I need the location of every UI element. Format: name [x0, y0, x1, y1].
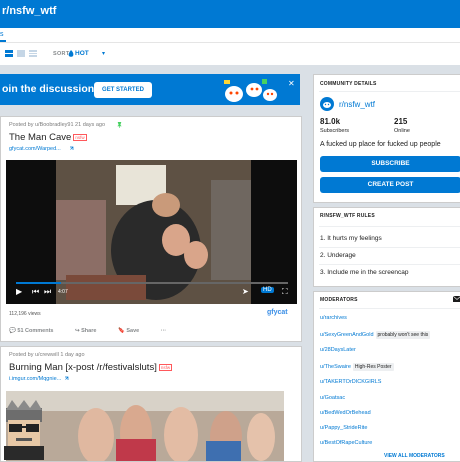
nsfw-badge: nsfw [73, 133, 87, 141]
card-view-icon[interactable] [5, 50, 13, 57]
divider [319, 226, 460, 227]
post-card[interactable]: Posted by u/Boobradley91 21 days ago The… [0, 116, 302, 342]
moderator-item[interactable]: u/Goatsac [320, 395, 345, 401]
skip-forward-icon[interactable]: ⏭ [44, 287, 51, 297]
rule-item[interactable]: 2. Underage [320, 252, 356, 259]
moderator-name[interactable]: u/rarchives [320, 315, 347, 321]
video-time: 4:07 [58, 289, 68, 295]
tab-posts[interactable]: s [0, 31, 4, 38]
moderator-item[interactable]: u/TAKERTOrDICKGIRLS [320, 379, 381, 385]
save-label: Save [126, 328, 140, 334]
play-icon[interactable]: ▶ [16, 287, 22, 296]
community-description: A fucked up place for fucked up people [320, 141, 441, 148]
nsfw-badge: nsfw [158, 363, 173, 371]
moderator-name[interactable]: u/BestOfRapeCulture [320, 440, 372, 446]
moderator-item[interactable]: u/TheSwaire High-Res Poster [320, 363, 394, 371]
subreddit-header: r/nsfw_wtf [0, 0, 460, 28]
moderator-name[interactable]: u/BedWedOrBehead [320, 410, 371, 416]
post-title-row: The Man Cave nsfw [9, 132, 87, 143]
user-flair: probably won't see this [375, 331, 431, 339]
share-button[interactable]: ↪ Share [75, 328, 106, 334]
post-title[interactable]: Burning Man [x-post /r/festivalsluts] [9, 362, 157, 373]
close-icon[interactable]: ✕ [288, 79, 295, 88]
classic-view-icon[interactable] [17, 50, 25, 57]
post-link[interactable]: i.imgur.com/Mqgnie... [9, 376, 61, 382]
online-label: Online [394, 128, 410, 134]
rule-item[interactable]: 1. It hurts my feelings [320, 235, 382, 242]
view-count: 112,196 views [9, 311, 41, 317]
subscribe-button[interactable]: SUBSCRIBE [320, 156, 460, 172]
subscribers-count: 81.0k [320, 117, 341, 126]
post-actions: 💬 51 Comments ↪ Share 🔖 Save ··· [9, 328, 176, 334]
join-discussion-banner: oin the discussion GET STARTED ✕ [0, 74, 300, 105]
save-button[interactable]: 🔖 Save [118, 328, 149, 334]
progress-fill [16, 282, 61, 284]
mascot-avatar [4, 400, 44, 460]
sort-label: SORT [53, 51, 70, 57]
moderator-name[interactable]: u/Pappy_StrideRite [320, 425, 367, 431]
get-started-button[interactable]: GET STARTED [94, 82, 152, 98]
subscribers-label: Subscribers [320, 128, 350, 134]
more-options-button[interactable]: ··· [161, 328, 167, 334]
user-flair: High-Res Poster [352, 363, 394, 371]
moderators-heading: MODERATORS [320, 297, 358, 303]
post-meta: Posted by u/crewwill 1 day ago [9, 352, 85, 358]
community-details-heading: COMMUNITY DETAILS [320, 81, 377, 87]
moderator-item[interactable]: u/BestOfRapeCulture [320, 440, 372, 446]
divider [319, 247, 460, 248]
hd-toggle[interactable]: HD [261, 287, 274, 293]
moderator-name[interactable]: u/28DaysLater [320, 347, 356, 353]
compact-view-icon[interactable] [29, 50, 37, 57]
pin-icon [117, 122, 122, 128]
moderator-name[interactable]: u/Goatsac [320, 395, 345, 401]
video-player[interactable]: ▶ ⏮ ⏭ 4:07 ➤ HD ⛶ [6, 160, 297, 304]
tab-bar: s [0, 28, 460, 42]
moderator-name[interactable]: u/SexyGreenAndGold [320, 332, 374, 338]
sort-dropdown[interactable]: HOT [75, 50, 89, 57]
moderator-item[interactable]: u/BedWedOrBehead [320, 410, 371, 416]
moderator-name[interactable]: u/TAKERTOrDICKGIRLS [320, 379, 381, 385]
divider [319, 264, 460, 265]
fullscreen-icon[interactable]: ⛶ [282, 287, 288, 297]
divider [319, 91, 460, 92]
post-link[interactable]: gfycat.com/Warped... [9, 146, 61, 152]
snoo-mascots-illustration [224, 79, 277, 102]
banner-text: oin the discussion [2, 83, 95, 95]
gfycat-logo[interactable]: gfycat [267, 309, 288, 316]
sort-bar: SORT HOT ▾ [0, 42, 460, 65]
rules-card: R/NSFW_WTF RULES 1. It hurts my feelings… [313, 207, 460, 287]
external-link-icon[interactable] [69, 146, 74, 151]
community-details-card: COMMUNITY DETAILS r/nsfw_wtf 81.0k Subsc… [313, 74, 460, 203]
post-meta: Posted by u/Boobradley91 21 days ago [9, 122, 106, 128]
share-label: Share [81, 328, 97, 334]
moderator-name[interactable]: u/TheSwaire [320, 364, 351, 370]
community-name[interactable]: r/nsfw_wtf [339, 100, 375, 109]
subreddit-title[interactable]: r/nsfw_wtf [2, 5, 56, 17]
comments-button[interactable]: 💬 51 Comments [9, 328, 63, 334]
view-all-moderators-link[interactable]: VIEW ALL MODERATORS [384, 453, 445, 459]
external-link-icon[interactable] [64, 376, 69, 381]
chevron-down-icon[interactable]: ▾ [102, 50, 105, 57]
post-title[interactable]: The Man Cave [9, 132, 71, 143]
moderator-item[interactable]: u/28DaysLater [320, 347, 356, 353]
rules-heading: R/NSFW_WTF RULES [320, 213, 375, 219]
skip-back-icon[interactable]: ⏮ [32, 287, 39, 297]
moderator-item[interactable]: u/Pappy_StrideRite [320, 425, 367, 431]
comments-label: 51 Comments [17, 328, 54, 334]
post-title-row: Burning Man [x-post /r/festivalsluts] nsf… [9, 362, 173, 373]
share-video-icon[interactable]: ➤ [242, 287, 249, 296]
moderators-card: MODERATORS u/rarchives u/SexyGreenAndGol… [313, 291, 460, 462]
rule-item[interactable]: 3. Include me in the screencap [320, 269, 409, 276]
create-post-button[interactable]: CREATE POST [320, 177, 460, 193]
flame-icon [68, 50, 74, 57]
reddit-logo-icon [320, 97, 334, 111]
mail-icon[interactable] [453, 296, 460, 302]
moderator-item[interactable]: u/SexyGreenAndGold probably won't see thi… [320, 331, 431, 339]
moderator-item[interactable]: u/rarchives [320, 315, 347, 321]
online-count: 215 [394, 117, 408, 126]
divider [319, 308, 460, 309]
